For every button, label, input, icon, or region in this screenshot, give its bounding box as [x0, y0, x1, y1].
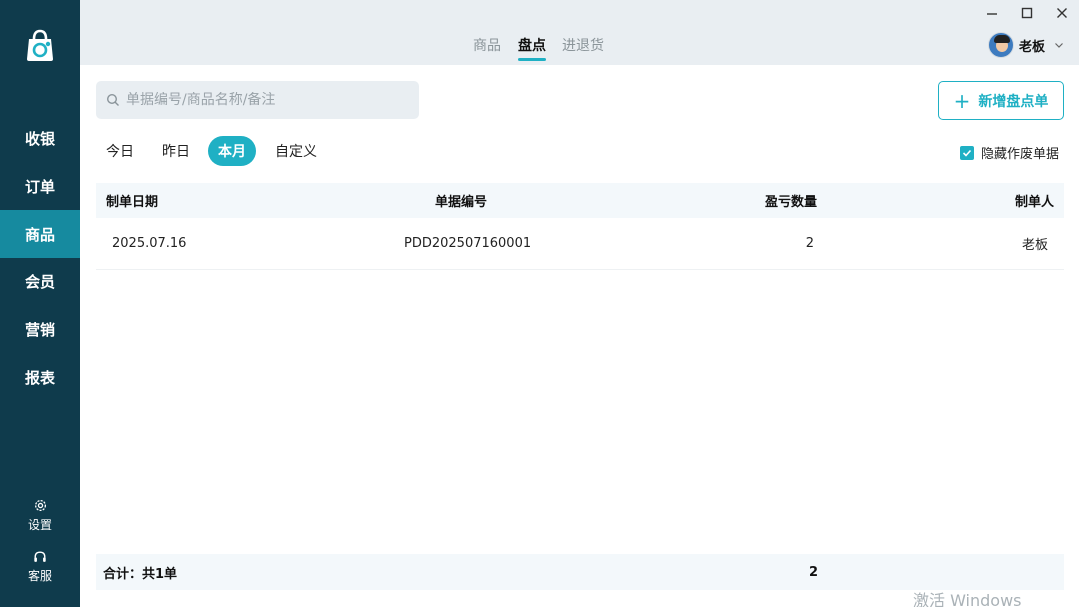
activation-watermark: 激活 Windows	[913, 591, 1022, 607]
add-stocktake-button[interactable]: + 新增盘点单	[938, 81, 1064, 120]
minimize-button[interactable]	[982, 5, 1002, 21]
cell-number: PDD202507160001	[404, 236, 532, 251]
cell-date: 2025.07.16	[112, 236, 187, 251]
avatar	[988, 32, 1014, 58]
customer-service-button[interactable]: 客服	[0, 550, 80, 584]
tab-stocktake[interactable]: 盘点	[518, 35, 546, 61]
filter-custom[interactable]: 自定义	[265, 136, 327, 166]
user-menu[interactable]: 老板	[988, 32, 1064, 58]
plus-icon: +	[953, 88, 971, 113]
sidebar-item-members[interactable]: 会员	[0, 257, 80, 305]
check-icon	[962, 149, 972, 157]
close-icon	[1057, 8, 1067, 18]
sidebar: 收银 订单 商品 会员 营销 报表 设置 客服	[0, 0, 80, 607]
main-panel: + 新增盘点单 今日 昨日 本月 自定义 隐藏作废单据 制单日期 单据编号 盈亏…	[80, 65, 1079, 607]
hide-void-checkbox[interactable]	[960, 145, 974, 160]
column-header-creator[interactable]: 制单人	[1015, 183, 1054, 218]
column-header-date[interactable]: 制单日期	[106, 183, 158, 218]
filter-today[interactable]: 今日	[96, 136, 144, 166]
column-header-qty[interactable]: 盈亏数量	[765, 183, 817, 218]
top-bar: 商品 盘点 进退货 老板	[80, 0, 1079, 65]
customer-service-label: 客服	[27, 569, 52, 583]
gear-icon	[34, 499, 46, 512]
close-button[interactable]	[1052, 5, 1072, 21]
total-qty: 2	[808, 564, 818, 580]
cell-creator: 老板	[1021, 238, 1048, 253]
settings-label: 设置	[27, 518, 52, 532]
search-icon	[106, 93, 119, 106]
sidebar-item-marketing[interactable]: 营销	[0, 305, 80, 353]
maximize-button[interactable]	[1017, 5, 1037, 21]
filter-this-month[interactable]: 本月	[208, 136, 256, 166]
app-logo-icon	[22, 27, 58, 63]
cell-qty: 2	[805, 236, 814, 251]
maximize-icon	[1021, 7, 1033, 19]
hide-void-label: 隐藏作废单据	[981, 147, 1060, 162]
headset-icon	[34, 551, 46, 562]
table-footer: 合计：共1单 2	[96, 554, 1064, 590]
sidebar-item-cashier[interactable]: 收银	[0, 114, 80, 162]
tab-products[interactable]: 商品	[473, 35, 501, 55]
table-row[interactable]: 2025.07.16 PDD202507160001 2 老板	[96, 218, 1064, 270]
search-box[interactable]	[96, 81, 419, 119]
filter-yesterday[interactable]: 昨日	[152, 136, 200, 166]
user-name: 老板	[1019, 39, 1046, 55]
total-count: 合计：共1单	[103, 566, 178, 582]
settings-button[interactable]: 设置	[0, 498, 80, 533]
tab-purchase-return[interactable]: 进退货	[562, 35, 604, 55]
add-stocktake-label: 新增盘点单	[978, 93, 1049, 110]
minimize-icon	[987, 13, 997, 15]
chevron-down-icon	[1055, 43, 1063, 48]
sidebar-item-orders[interactable]: 订单	[0, 162, 80, 210]
table-header: 制单日期 单据编号 盈亏数量 制单人	[96, 183, 1064, 218]
sidebar-item-reports[interactable]: 报表	[0, 353, 80, 401]
column-header-number[interactable]: 单据编号	[435, 183, 487, 218]
search-input[interactable]	[126, 92, 406, 108]
hide-void-toggle[interactable]: 隐藏作废单据	[960, 143, 1059, 162]
sidebar-item-products[interactable]: 商品	[0, 210, 80, 258]
